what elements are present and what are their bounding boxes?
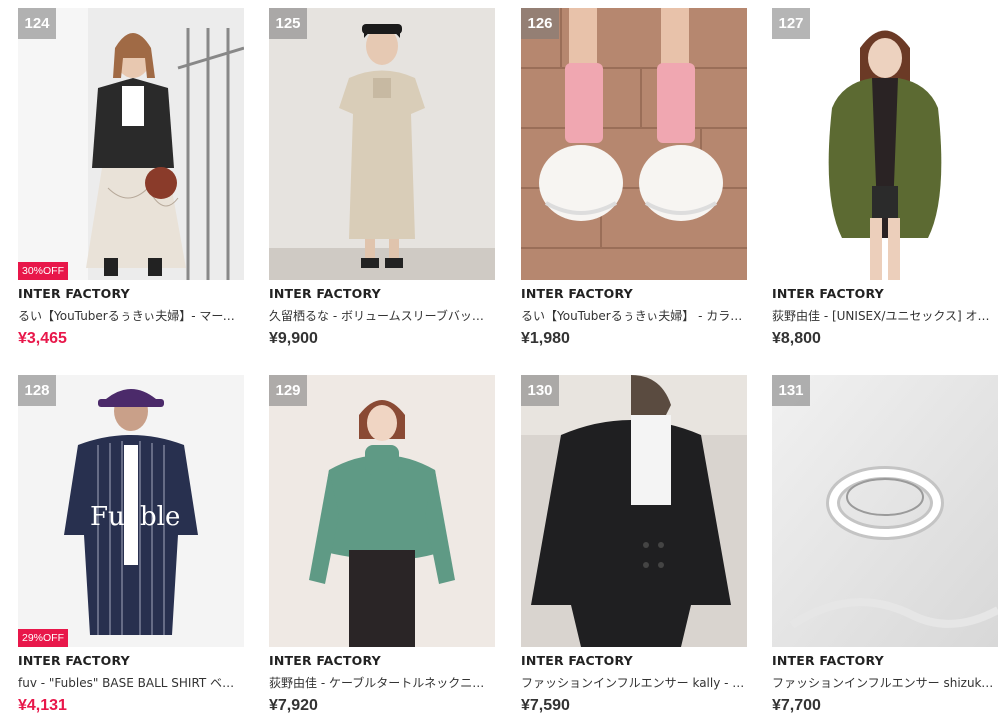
product-price: ¥7,700 — [772, 697, 821, 714]
product-price: ¥3,465 — [18, 330, 67, 347]
product-card[interactable]: 130 INTER FACTORY ファッションインフルエンサー kally -… — [521, 375, 747, 715]
brand-name: INTER FACTORY — [772, 653, 884, 668]
product-name[interactable]: fuv - "Fubles" BASE BALL SHIRT ベースボール — [18, 674, 244, 691]
product-name[interactable]: 荻野由佳 - ケーブルタートルネックニット — [269, 674, 495, 691]
product-grid: 124 30%OFF INTER FACTORY るい【YouTuberるぅきぃ… — [0, 0, 1000, 718]
brand-name: INTER FACTORY — [18, 286, 130, 301]
product-name[interactable]: るい【YouTuberるぅきぃ夫婦】- マーブル柄 — [18, 307, 244, 324]
product-price: ¥1,980 — [521, 330, 570, 347]
product-card[interactable]: Fu ble 128 29%OFF INTER FACTORY fuv - "F… — [18, 375, 244, 715]
product-name[interactable]: ファッションインフルエンサー kally - ジャケット — [521, 674, 747, 691]
rank-badge: 126 — [521, 8, 559, 39]
svg-text:Fu: Fu — [90, 502, 125, 532]
product-image[interactable]: 126 — [521, 8, 747, 280]
product-name[interactable]: 荻野由佳 - [UNISEX/ユニセックス] オーバーサイズ — [772, 307, 998, 324]
product-card[interactable]: 127 INTER FACTORY 荻野由佳 - [UNISEX/ユニセックス]… — [772, 8, 998, 348]
discount-badge: 29%OFF — [18, 629, 69, 647]
product-card[interactable]: 126 INTER FACTORY るい【YouTuberるぅきぃ夫婦】 - カ… — [521, 8, 747, 348]
product-image[interactable]: 127 — [772, 8, 998, 280]
rank-badge: 128 — [18, 375, 56, 406]
product-card[interactable]: 131 INTER FACTORY ファッションインフルエンサー shizuka… — [772, 375, 998, 715]
product-name[interactable]: 久留栖るな - ボリュームスリーブバックリボン — [269, 307, 495, 324]
discount-badge: 30%OFF — [18, 262, 69, 280]
product-name[interactable]: ファッションインフルエンサー shizuka リング — [772, 674, 998, 691]
product-card[interactable]: 129 INTER FACTORY 荻野由佳 - ケーブルタートルネックニット … — [269, 375, 495, 715]
product-price: ¥9,900 — [269, 330, 318, 347]
product-image[interactable]: 130 — [521, 375, 747, 647]
product-image[interactable]: 125 — [269, 8, 495, 280]
rank-badge: 125 — [269, 8, 307, 39]
product-image[interactable]: 124 30%OFF — [18, 8, 244, 280]
product-image[interactable]: Fu ble 128 29%OFF — [18, 375, 244, 647]
product-name[interactable]: るい【YouTuberるぅきぃ夫婦】 - カラーソックス — [521, 307, 747, 324]
brand-name: INTER FACTORY — [772, 286, 884, 301]
rank-badge: 129 — [269, 375, 307, 406]
product-price: ¥7,590 — [521, 697, 570, 714]
product-price: ¥8,800 — [772, 330, 821, 347]
brand-name: INTER FACTORY — [521, 653, 633, 668]
brand-name: INTER FACTORY — [521, 286, 633, 301]
svg-text:ble: ble — [140, 502, 180, 532]
brand-name: INTER FACTORY — [18, 653, 130, 668]
rank-badge: 130 — [521, 375, 559, 406]
product-price: ¥4,131 — [18, 697, 67, 714]
product-price: ¥7,920 — [269, 697, 318, 714]
product-card[interactable]: 124 30%OFF INTER FACTORY るい【YouTuberるぅきぃ… — [18, 8, 244, 348]
rank-badge: 127 — [772, 8, 810, 39]
product-image[interactable]: 129 — [269, 375, 495, 647]
brand-name: INTER FACTORY — [269, 653, 381, 668]
rank-badge: 124 — [18, 8, 56, 39]
product-image[interactable]: 131 — [772, 375, 998, 647]
product-card[interactable]: 125 INTER FACTORY 久留栖るな - ボリュームスリーブバックリボ… — [269, 8, 495, 348]
rank-badge: 131 — [772, 375, 810, 406]
brand-name: INTER FACTORY — [269, 286, 381, 301]
